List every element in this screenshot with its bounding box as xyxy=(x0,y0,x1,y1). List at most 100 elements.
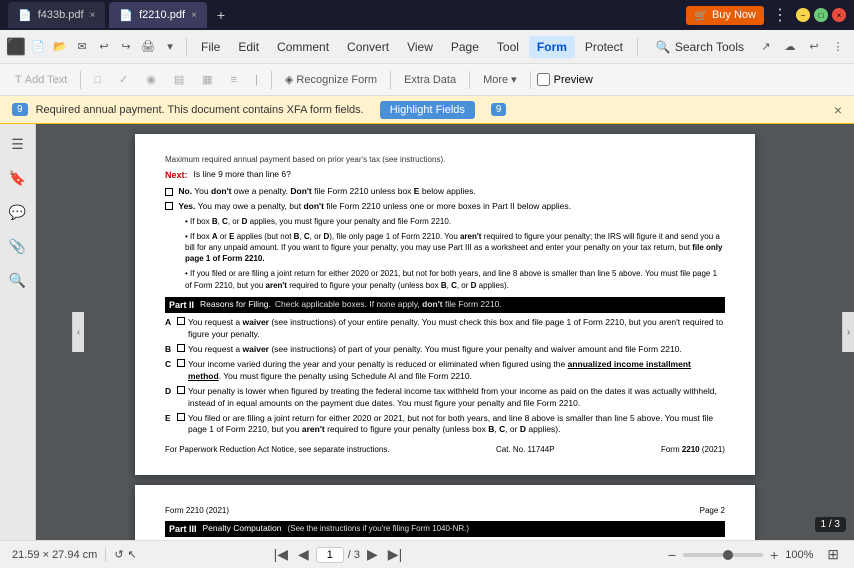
title-bar: 📄 f433b.pdf × 📄 f2210.pdf × + 🛒 Buy Now … xyxy=(0,0,854,30)
buy-now-label: Buy Now xyxy=(712,9,756,21)
tool-icon-4[interactable]: ▤ xyxy=(167,70,191,89)
add-text-icon: T xyxy=(15,74,22,86)
sidebar-comments-icon[interactable]: 💬 xyxy=(4,198,32,226)
add-text-button[interactable]: T Add Text xyxy=(8,71,74,89)
page1-footer: For Paperwork Reduction Act Notice, see … xyxy=(165,444,725,455)
sidebar-bookmarks-icon[interactable]: 🔖 xyxy=(4,164,32,192)
first-page-button[interactable]: |◀ xyxy=(271,546,291,563)
open-file-icon[interactable]: 📂 xyxy=(50,37,70,57)
notification-close-button[interactable]: × xyxy=(834,102,842,118)
row-e-checkbox[interactable] xyxy=(177,413,185,421)
extra-data-button[interactable]: Extra Data xyxy=(397,71,463,89)
preview-checkbox-label[interactable]: Preview xyxy=(537,73,593,86)
redo-icon[interactable]: ↪ xyxy=(116,37,136,57)
tool-icon-6[interactable]: ≡ xyxy=(224,71,244,89)
share-icon[interactable]: ↗ xyxy=(756,37,776,57)
menu-page[interactable]: Page xyxy=(443,36,487,58)
bottom-bar: 21.59 × 27.94 cm ↺ ↖ |◀ ◀ / 3 ▶ ▶| − + 1… xyxy=(0,540,854,568)
menu-home[interactable]: File xyxy=(193,36,228,58)
part-ii-row-e: E You filed or are filing a joint return… xyxy=(165,413,725,437)
undo2-icon[interactable]: ↩ xyxy=(804,37,824,57)
more-icon[interactable]: ⋮ xyxy=(828,37,848,57)
right-panel-toggle[interactable]: › xyxy=(842,312,854,352)
row-c-checkbox[interactable] xyxy=(177,359,185,367)
part-ii-label: Part II xyxy=(169,299,194,312)
part-ii-header-row: Part II Reasons for Filing. Check applic… xyxy=(165,297,725,314)
buy-now-button[interactable]: 🛒 Buy Now xyxy=(686,6,764,25)
recognize-form-button[interactable]: ◈ Recognize Form xyxy=(278,70,384,89)
pdf-page-2: Form 2210 (2021) Page 2 Part III Penalty… xyxy=(135,485,755,540)
row-a-checkbox[interactable] xyxy=(177,317,185,325)
new-file-icon[interactable]: 📄 xyxy=(28,37,48,57)
form-toolbar: T Add Text □ ✓ ◉ ▤ ▦ ≡ | ◈ Recognize For… xyxy=(0,64,854,96)
minimize-button[interactable]: − xyxy=(796,8,810,22)
menu-protect[interactable]: Protect xyxy=(577,36,631,58)
undo-icon[interactable]: ↩ xyxy=(94,37,114,57)
page-dimensions: 21.59 × 27.94 cm xyxy=(12,549,97,561)
sidebar-search-icon[interactable]: 🔍 xyxy=(4,266,32,294)
fit-page-button[interactable]: ⊞ xyxy=(824,546,842,563)
cloud-icon[interactable]: ☁ xyxy=(780,37,800,57)
pdf-area[interactable]: ‹ › Maximum required annual payment base… xyxy=(36,124,854,540)
email-icon[interactable]: ✉ xyxy=(72,37,92,57)
yes-checkbox[interactable] xyxy=(165,202,173,210)
tab-f433b[interactable]: 📄 f433b.pdf × xyxy=(8,2,105,28)
menu-view[interactable]: View xyxy=(399,36,441,58)
tab-icon-2: 📄 xyxy=(119,9,133,22)
row-d-checkbox[interactable] xyxy=(177,386,185,394)
part-iii-instruction: (See the instructions if you're filing F… xyxy=(287,523,469,534)
tool-icon-5[interactable]: ▦ xyxy=(195,70,219,89)
add-text-label: Add Text xyxy=(25,74,68,86)
no-answer-label: No. xyxy=(178,186,192,196)
preview-checkbox[interactable] xyxy=(537,73,550,86)
yes-dont-bold: don't xyxy=(303,201,323,211)
rotate-icon[interactable]: ↺ xyxy=(114,548,123,561)
tab-close-2[interactable]: × xyxy=(191,10,197,21)
tool-icon-2[interactable]: ✓ xyxy=(112,70,135,89)
cursor-icon[interactable]: ↖ xyxy=(128,548,137,561)
tab-close-1[interactable]: × xyxy=(90,10,96,21)
bullet-ae: • If box A or E applies (but not B, C, o… xyxy=(185,231,725,265)
sidebar-thumbnails-icon[interactable]: ☰ xyxy=(4,130,32,158)
tab-f2210[interactable]: 📄 f2210.pdf × xyxy=(109,2,206,28)
sidebar-attachments-icon[interactable]: 📎 xyxy=(4,232,32,260)
file-toolbar-icons: ⬛ 📄 📂 ✉ ↩ ↪ 🖨 ▾ xyxy=(6,37,180,57)
print-icon[interactable]: 🖨 xyxy=(138,37,158,57)
dropdown-icon[interactable]: ▾ xyxy=(160,37,180,57)
title-bar-right: 🛒 Buy Now ⋮ − □ × xyxy=(686,5,846,25)
zoom-out-button[interactable]: − xyxy=(665,547,679,563)
maximize-button[interactable]: □ xyxy=(814,8,828,22)
prev-page-button[interactable]: ◀ xyxy=(295,546,312,563)
no-dont-bold: don't xyxy=(211,186,231,196)
menu-comment[interactable]: Comment xyxy=(269,36,337,58)
tool-icon-1[interactable]: □ xyxy=(87,71,108,89)
part-ii-row-c: C Your income varied during the year and… xyxy=(165,359,725,383)
current-page-input[interactable] xyxy=(316,547,344,563)
menu-convert[interactable]: Convert xyxy=(339,36,397,58)
search-tools-button[interactable]: 🔍 Search Tools xyxy=(648,36,752,58)
tool-icon-3[interactable]: ◉ xyxy=(139,70,163,89)
toolbar-sep-4 xyxy=(469,71,470,89)
zoom-handle[interactable] xyxy=(723,550,733,560)
notif-line-num-left: 9 xyxy=(12,103,28,116)
zoom-slider[interactable] xyxy=(683,553,763,557)
menu-tool[interactable]: Tool xyxy=(489,36,527,58)
no-checkbox[interactable] xyxy=(165,188,173,196)
bottom-sep-1 xyxy=(105,548,106,562)
left-panel-toggle[interactable]: ‹ xyxy=(72,312,84,352)
zoom-in-button[interactable]: + xyxy=(767,547,781,563)
highlight-fields-button[interactable]: Highlight Fields xyxy=(380,101,475,119)
last-page-button[interactable]: ▶| xyxy=(385,546,405,563)
page-count-badge: 1 / 3 xyxy=(815,517,846,532)
tool-icon-7[interactable]: | xyxy=(248,71,265,89)
row-b-checkbox[interactable] xyxy=(177,344,185,352)
menu-dots-icon[interactable]: ⋮ xyxy=(772,5,788,25)
next-page-button[interactable]: ▶ xyxy=(364,546,381,563)
menu-form[interactable]: Form xyxy=(529,36,575,58)
add-tab-button[interactable]: + xyxy=(211,5,231,25)
more-button[interactable]: More ▾ xyxy=(476,70,524,89)
menu-edit[interactable]: Edit xyxy=(230,36,267,58)
bullet-joint: • If you filed or are filing a joint ret… xyxy=(185,268,725,290)
close-button[interactable]: × xyxy=(832,8,846,22)
window-controls: − □ × xyxy=(796,8,846,22)
